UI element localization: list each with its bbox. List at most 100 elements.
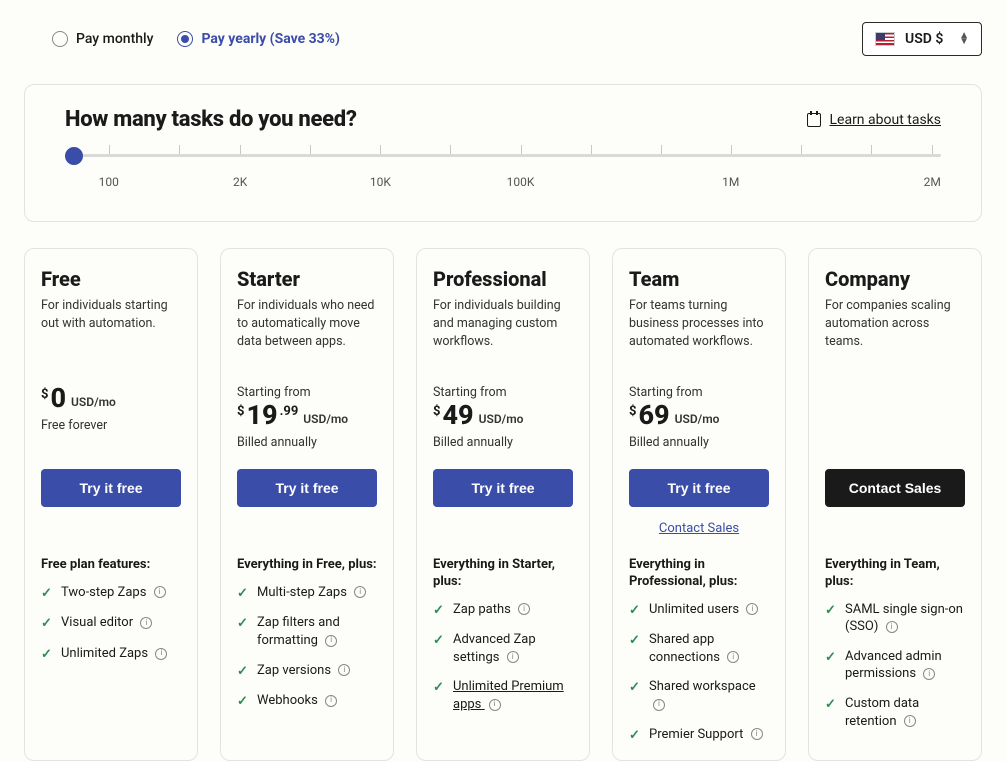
feature-text: Unlimited users i: [649, 601, 769, 619]
check-icon: ✓: [629, 679, 641, 697]
billing-toggle: Pay monthly Pay yearly (Save 33%): [24, 31, 340, 47]
pay-yearly-radio[interactable]: Pay yearly (Save 33%): [177, 31, 340, 47]
plan-card: StarterFor individuals who need to autom…: [220, 248, 394, 761]
feature-item: ✓Zap versions i: [237, 662, 377, 681]
currency-select[interactable]: USD $ ▲▼: [862, 22, 982, 56]
feature-text: Two-step Zaps i: [61, 584, 181, 602]
info-icon[interactable]: i: [489, 699, 501, 711]
info-icon[interactable]: i: [338, 664, 350, 676]
info-icon[interactable]: i: [354, 586, 366, 598]
feature-list: ✓ SAML single sign-on (SSO) i ✓Advanced ad…: [825, 601, 965, 730]
billing-note: Free forever: [41, 418, 181, 433]
feature-item: ✓Advanced admin permissions i: [825, 648, 965, 683]
feature-item: ✓Shared app connections i: [629, 631, 769, 666]
contact-sales-link[interactable]: Contact Sales: [629, 521, 769, 539]
slider-tick: [380, 145, 381, 154]
calendar-icon: [807, 113, 821, 127]
feature-item: ✓Unlimited Premium apps i: [433, 678, 573, 713]
feature-text: Zap versions i: [257, 662, 377, 680]
feature-text: Premier Support i: [649, 726, 769, 744]
slider-tick: [109, 145, 110, 154]
feature-text: Custom data retention i: [845, 695, 965, 730]
check-icon: ✓: [237, 615, 249, 633]
feature-item: ✓Zap filters and formatting i: [237, 614, 377, 649]
slider-tick-label: 10K: [370, 175, 391, 189]
billing-note: Billed annually: [237, 435, 377, 450]
try-it-free-button[interactable]: Try it free: [629, 469, 769, 507]
feature-list: ✓Two-step Zaps i✓Visual editor i✓Unlimit…: [41, 584, 181, 664]
us-flag-icon: [875, 32, 895, 46]
try-it-free-button[interactable]: Try it free: [433, 469, 573, 507]
info-icon[interactable]: i: [923, 668, 935, 680]
check-icon: ✓: [237, 693, 249, 711]
tasks-slider[interactable]: 1002K10K100K1M2M: [65, 154, 941, 193]
feature-text: Multi-step Zaps i: [257, 584, 377, 602]
slider-tick: [521, 145, 522, 154]
feature-item: ✓Zap paths i: [433, 601, 573, 620]
tasks-title: How many tasks do you need?: [65, 107, 357, 132]
info-icon[interactable]: i: [727, 651, 739, 663]
plan-card: CompanyFor companies scaling automation …: [808, 248, 982, 761]
price-cents: .99: [280, 404, 299, 419]
price-line: $49USD/mo: [433, 402, 573, 429]
slider-tick-label: 100K: [507, 175, 535, 189]
feature-list: ✓ Unlimited users i ✓Shared app connection…: [629, 601, 769, 744]
slider-ticks: [65, 159, 941, 169]
info-icon[interactable]: i: [507, 651, 519, 663]
try-it-free-button[interactable]: Try it free: [41, 469, 181, 507]
feature-list: ✓Zap paths i✓Advanced Zap settings i✓Unl…: [433, 601, 573, 714]
features-heading: Everything in Starter, plus:: [433, 557, 573, 591]
check-icon: ✓: [629, 602, 641, 620]
try-it-free-button[interactable]: Try it free: [237, 469, 377, 507]
info-icon[interactable]: i: [325, 695, 337, 707]
currency-symbol: $: [237, 404, 244, 419]
info-icon[interactable]: i: [751, 728, 763, 740]
price-amount: 19: [246, 402, 277, 429]
price-line: $19.99USD/mo: [237, 402, 377, 429]
currency-symbol: $: [629, 404, 636, 419]
info-icon[interactable]: i: [518, 603, 530, 615]
info-icon[interactable]: i: [325, 635, 337, 647]
plan-card: FreeFor individuals starting out with au…: [24, 248, 198, 761]
price-block: Starting from$49USD/moBilled annually: [433, 385, 573, 461]
learn-link-label: Learn about tasks: [829, 112, 941, 128]
check-icon: ✓: [825, 649, 837, 667]
feature-list: ✓ Multi-step Zaps i ✓Zap filters and forma…: [237, 584, 377, 711]
features-heading: Everything in Team, plus:: [825, 557, 965, 591]
info-icon[interactable]: i: [154, 586, 166, 598]
feature-text: Zap paths i: [453, 601, 573, 619]
slider-tick: [310, 145, 311, 154]
price-line: $69USD/mo: [629, 402, 769, 429]
check-icon: ✓: [433, 632, 445, 650]
check-icon: ✓: [41, 615, 53, 633]
contact-sales-button[interactable]: Contact Sales: [825, 469, 965, 507]
info-icon[interactable]: i: [886, 621, 898, 633]
feature-text: Unlimited Zaps i: [61, 645, 181, 663]
check-icon: ✓: [237, 585, 249, 603]
price-unit: USD/mo: [71, 395, 116, 409]
plan-name: Free: [41, 267, 181, 291]
currency-label: USD $: [905, 31, 943, 47]
price-block: Starting from$69USD/moBilled annually: [629, 385, 769, 461]
slider-tick: [871, 145, 872, 154]
info-icon[interactable]: i: [140, 617, 152, 629]
info-icon[interactable]: i: [653, 699, 665, 711]
features-heading: Everything in Professional, plus:: [629, 557, 769, 591]
feature-item: ✓Advanced Zap settings i: [433, 631, 573, 666]
feature-text: SAML single sign-on (SSO) i: [845, 601, 965, 636]
slider-tick-labels: 1002K10K100K1M2M: [65, 175, 941, 193]
slider-tick: [801, 145, 802, 154]
slider-tick: [450, 145, 451, 154]
plan-name: Company: [825, 267, 965, 291]
starting-from-label: Starting from: [629, 385, 769, 400]
info-icon[interactable]: i: [155, 648, 167, 660]
learn-about-tasks-link[interactable]: Learn about tasks: [807, 112, 941, 128]
price-block: Starting from$19.99USD/moBilled annually: [237, 385, 377, 461]
check-icon: ✓: [629, 632, 641, 650]
price-block: [825, 385, 965, 461]
pay-monthly-radio[interactable]: Pay monthly: [52, 31, 153, 47]
price-line: $0USD/mo: [41, 385, 181, 412]
price-unit: USD/mo: [675, 412, 720, 426]
info-icon[interactable]: i: [746, 603, 758, 615]
info-icon[interactable]: i: [904, 715, 916, 727]
